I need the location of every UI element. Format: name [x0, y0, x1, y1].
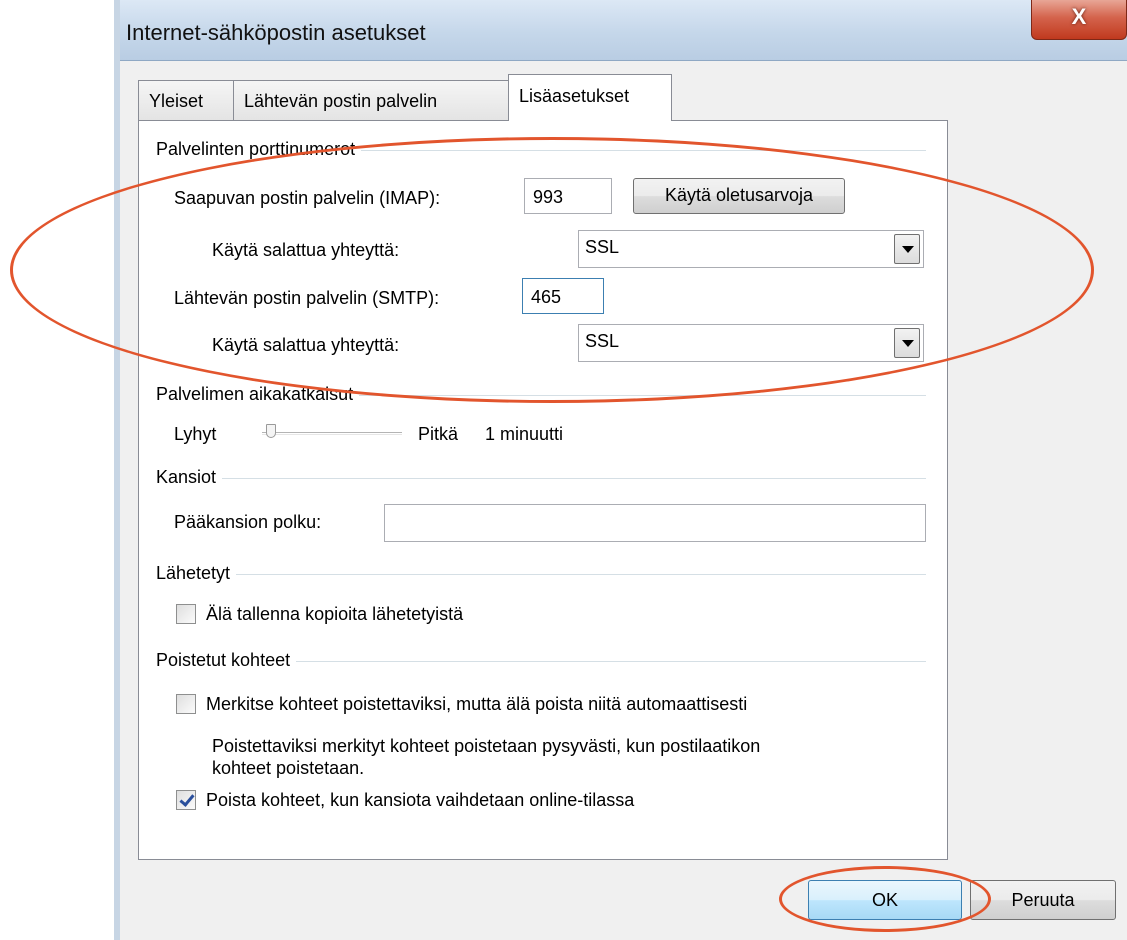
cancel-button[interactable]: Peruuta	[970, 880, 1116, 920]
incoming-encryption-select[interactable]: SSL	[578, 230, 924, 268]
deleted-group-title: Poistetut kohteet	[156, 650, 297, 671]
incoming-server-label: Saapuvan postin palvelin (IMAP):	[174, 188, 441, 208]
incoming-encryption-value: SSL	[585, 237, 620, 257]
sent-group-title: Lähetetyt	[156, 563, 237, 584]
root-folder-label: Pääkansion polku:	[174, 512, 322, 532]
dont-save-sent-checkbox[interactable]	[176, 604, 196, 624]
outgoing-port-input[interactable]: 465	[522, 278, 604, 314]
outgoing-encryption-value: SSL	[585, 331, 620, 351]
title-bar[interactable]: Internet-sähköpostin asetukset X	[120, 0, 1127, 60]
mark-for-deletion-label[interactable]: Merkitse kohteet poistettaviksi, mutta ä…	[206, 694, 747, 715]
incoming-port-input[interactable]: 993	[524, 178, 612, 214]
mark-for-deletion-checkbox[interactable]	[176, 694, 196, 714]
tab-advanced[interactable]: Lisäasetukset	[508, 74, 672, 121]
outgoing-server-label: Lähtevän postin palvelin (SMTP):	[174, 288, 440, 308]
timeout-slider-track[interactable]	[262, 432, 402, 435]
dont-save-sent-label[interactable]: Älä tallenna kopioita lähetetyistä	[206, 604, 463, 625]
root-folder-input[interactable]	[384, 504, 926, 542]
timeout-short-label: Lyhyt	[174, 424, 217, 444]
group-divider	[156, 574, 926, 575]
tab-general[interactable]: Yleiset	[138, 80, 234, 120]
chevron-down-icon[interactable]	[894, 328, 920, 358]
ok-button[interactable]: OK	[808, 880, 962, 920]
window-title: Internet-sähköpostin asetukset	[126, 20, 426, 45]
purge-items-label[interactable]: Poista kohteet, kun kansiota vaihdetaan …	[206, 790, 634, 811]
tab-outgoing-server[interactable]: Lähtevän postin palvelin	[233, 80, 509, 120]
timeout-value: 1 minuutti	[485, 424, 564, 444]
close-button[interactable]: X	[1031, 0, 1127, 40]
purge-items-checkbox[interactable]	[176, 790, 196, 810]
deletion-info-line2: kohteet poistetaan.	[212, 758, 365, 778]
folders-group-title: Kansiot	[156, 467, 223, 488]
chevron-down-icon[interactable]	[894, 234, 920, 264]
timeouts-group-title: Palvelimen aikakatkaisut	[156, 384, 360, 405]
deletion-info-line1: Poistettaviksi merkityt kohteet poisteta…	[212, 736, 761, 756]
close-icon: X	[1071, 4, 1087, 29]
outgoing-encryption-select[interactable]: SSL	[578, 324, 924, 362]
timeout-long-label: Pitkä	[418, 424, 459, 444]
incoming-encryption-label: Käytä salattua yhteyttä:	[212, 240, 400, 260]
use-defaults-button[interactable]: Käytä oletusarvoja	[633, 178, 845, 214]
timeout-slider-thumb[interactable]	[266, 424, 276, 438]
outgoing-encryption-label: Käytä salattua yhteyttä:	[212, 335, 400, 355]
group-divider	[156, 478, 926, 479]
ports-group-title: Palvelinten porttinumerot	[156, 139, 362, 160]
